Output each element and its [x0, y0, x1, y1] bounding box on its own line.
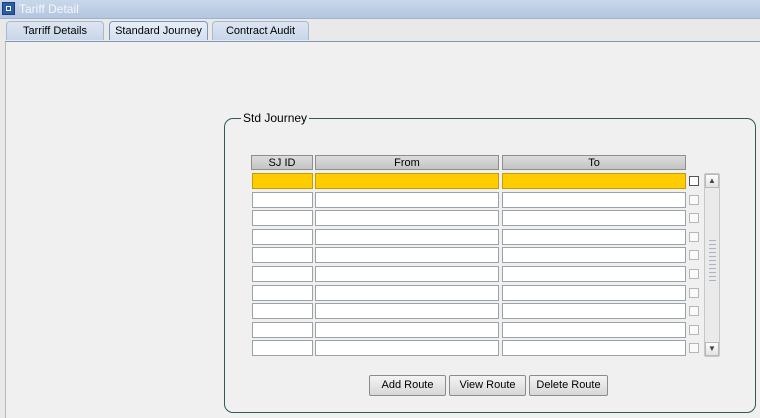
- row-checkbox[interactable]: [689, 325, 699, 335]
- cell-from[interactable]: [315, 210, 499, 226]
- window-titlebar: Tariff Detail: [0, 0, 760, 19]
- column-header-sj-id: SJ ID: [251, 155, 313, 170]
- cell-from[interactable]: [315, 266, 499, 282]
- app-window-icon: [2, 2, 15, 15]
- cell-to[interactable]: [502, 247, 686, 263]
- arrow-up-icon[interactable]: ▲: [705, 174, 719, 188]
- cell-to[interactable]: [502, 229, 686, 245]
- add-route-button[interactable]: Add Route: [369, 375, 446, 396]
- arrow-down-icon[interactable]: ▼: [705, 342, 719, 356]
- row-checkbox[interactable]: [689, 195, 699, 205]
- cell-sj-id[interactable]: [252, 340, 313, 356]
- cell-from[interactable]: [315, 340, 499, 356]
- cell-sj-id[interactable]: [252, 192, 313, 208]
- cell-sj-id[interactable]: [252, 173, 313, 189]
- row-checkbox[interactable]: [689, 250, 699, 260]
- column-header-to: To: [502, 155, 686, 170]
- tab-strip: Tarriff Details Standard Journey Contrac…: [0, 19, 760, 41]
- row-checkbox[interactable]: [689, 213, 699, 223]
- tab-standard-journey[interactable]: Standard Journey: [109, 21, 208, 40]
- cell-to[interactable]: [502, 210, 686, 226]
- std-journey-group-label: Std Journey: [241, 111, 310, 125]
- view-route-button[interactable]: View Route: [449, 375, 526, 396]
- cell-to[interactable]: [502, 340, 686, 356]
- grid-scrollbar[interactable]: ▲ ▼: [704, 173, 720, 357]
- cell-from[interactable]: [315, 173, 499, 189]
- cell-to[interactable]: [502, 192, 686, 208]
- cell-from[interactable]: [315, 229, 499, 245]
- tab-tarriff-details[interactable]: Tarriff Details: [6, 21, 104, 40]
- row-checkbox[interactable]: [689, 343, 699, 353]
- row-checkbox[interactable]: [689, 232, 699, 242]
- scrollbar-grip[interactable]: [709, 240, 716, 284]
- cell-from[interactable]: [315, 192, 499, 208]
- cell-sj-id[interactable]: [252, 266, 313, 282]
- cell-from[interactable]: [315, 303, 499, 319]
- cell-sj-id[interactable]: [252, 285, 313, 301]
- row-checkbox[interactable]: [689, 306, 699, 316]
- tab-contract-audit[interactable]: Contract Audit: [212, 21, 309, 40]
- cell-to[interactable]: [502, 285, 686, 301]
- row-checkbox[interactable]: [689, 288, 699, 298]
- cell-to[interactable]: [502, 173, 686, 189]
- cell-sj-id[interactable]: [252, 229, 313, 245]
- window-title: Tariff Detail: [19, 2, 79, 16]
- row-checkbox[interactable]: [689, 176, 699, 186]
- cell-from[interactable]: [315, 322, 499, 338]
- cell-sj-id[interactable]: [252, 322, 313, 338]
- delete-route-button[interactable]: Delete Route: [529, 375, 608, 396]
- column-header-from: From: [315, 155, 499, 170]
- cell-sj-id[interactable]: [252, 303, 313, 319]
- cell-from[interactable]: [315, 285, 499, 301]
- row-checkbox[interactable]: [689, 269, 699, 279]
- cell-to[interactable]: [502, 303, 686, 319]
- cell-to[interactable]: [502, 266, 686, 282]
- cell-sj-id[interactable]: [252, 210, 313, 226]
- cell-to[interactable]: [502, 322, 686, 338]
- cell-from[interactable]: [315, 247, 499, 263]
- cell-sj-id[interactable]: [252, 247, 313, 263]
